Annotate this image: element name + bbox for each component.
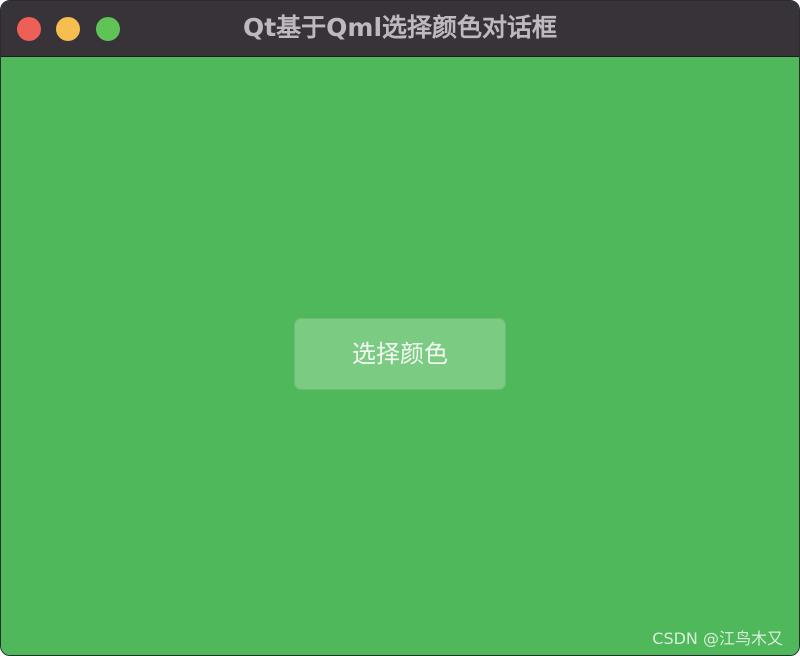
choose-color-button[interactable]: 选择颜色 xyxy=(294,318,506,390)
window-title: Qt基于Qml选择颜色对话框 xyxy=(242,13,558,42)
csdn-watermark: CSDN @江鸟木又 xyxy=(652,629,783,648)
app-window: Qt基于Qml选择颜色对话框 选择颜色 CSDN @江鸟木又 xyxy=(0,0,800,656)
title-bar[interactable]: Qt基于Qml选择颜色对话框 xyxy=(1,1,799,57)
main-content-area: 选择颜色 CSDN @江鸟木又 xyxy=(1,57,799,655)
